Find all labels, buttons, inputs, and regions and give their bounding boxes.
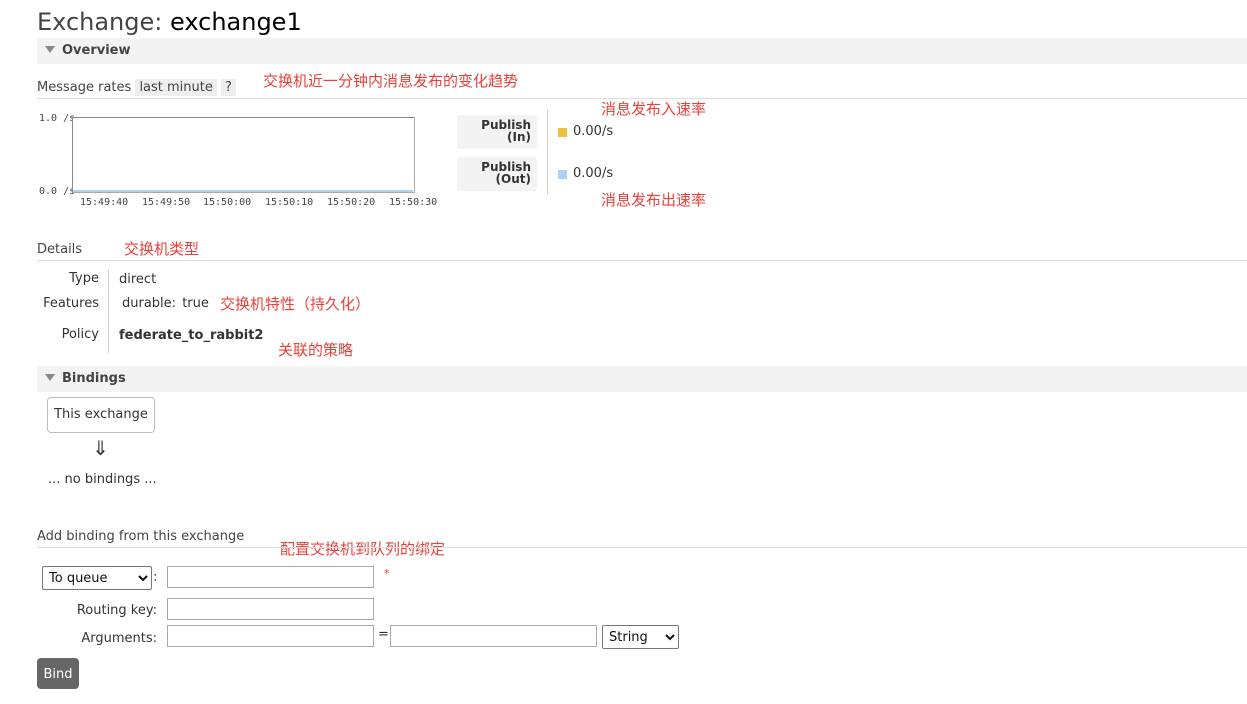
routing-key-label: Routing key: xyxy=(76,603,157,618)
y-tick-min: 0.0 /s xyxy=(39,186,76,197)
routing-key-input[interactable] xyxy=(167,598,374,620)
page-title: Exchange: exchange1 xyxy=(37,8,302,36)
policy-link[interactable]: federate_to_rabbit2 xyxy=(119,328,263,343)
help-chip[interactable]: ? xyxy=(221,79,236,96)
message-rates-label: Message rates xyxy=(37,80,132,95)
policy-label: Policy xyxy=(61,327,99,342)
x-tick-label: 15:50:00 xyxy=(203,197,252,208)
features-label: Features xyxy=(43,296,99,311)
argument-equals: = xyxy=(378,627,389,642)
add-binding-divider xyxy=(37,547,1247,548)
details-vertical-divider xyxy=(108,270,109,353)
feature-durable: durable: true xyxy=(122,296,209,311)
chart-series-line-publish-out xyxy=(73,190,413,192)
this-exchange-box: This exchange xyxy=(47,397,155,433)
bindings-section-title: Bindings xyxy=(62,371,126,386)
legend-publish-out-line2: (Out) xyxy=(495,172,531,186)
publish-out-rate: 0.00/s xyxy=(573,166,614,181)
destination-type-select[interactable]: To queue xyxy=(42,566,152,590)
details-divider xyxy=(37,260,1247,261)
annotation-trend: 交换机近一分钟内消息发布的变化趋势 xyxy=(263,72,519,90)
x-tick-label: 15:50:10 xyxy=(265,197,314,208)
legend-publish-in-line2: (In) xyxy=(507,130,531,144)
add-binding-heading: Add binding from this exchange xyxy=(37,529,245,544)
argument-type-select[interactable]: String xyxy=(602,625,679,649)
legend-publish-out[interactable]: Publish (Out) xyxy=(457,157,537,191)
destination-colon: : xyxy=(153,570,158,585)
type-value: direct xyxy=(119,272,157,287)
publish-in-rate: 0.00/s xyxy=(573,124,614,139)
type-label: Type xyxy=(69,271,99,286)
x-tick-label: 15:49:40 xyxy=(80,197,129,208)
annotation-publish-in: 消息发布入速率 xyxy=(601,100,707,118)
arguments-label: Arguments: xyxy=(81,631,157,646)
message-rates-chart xyxy=(72,117,415,193)
collapse-triangle-icon xyxy=(45,374,55,381)
details-heading: Details xyxy=(37,242,83,257)
x-tick-label: 15:50:30 xyxy=(389,197,438,208)
legend-publish-in[interactable]: Publish (In) xyxy=(457,115,537,149)
x-tick-label: 15:50:20 xyxy=(327,197,376,208)
bind-button[interactable]: Bind xyxy=(37,658,79,689)
bindings-section-toggle[interactable]: Bindings xyxy=(37,366,1247,392)
exchange-name: exchange1 xyxy=(170,8,302,36)
annotation-type: 交换机类型 xyxy=(124,240,200,258)
page-title-prefix: Exchange: xyxy=(37,8,163,36)
down-arrow-icon: ⇓ xyxy=(92,436,109,460)
overview-section-toggle[interactable]: Overview xyxy=(37,38,1247,64)
publish-in-swatch xyxy=(558,128,567,137)
message-rates-header: Message rates last minute ? xyxy=(37,79,236,96)
argument-key-input[interactable] xyxy=(167,625,374,647)
y-tick-max: 1.0 /s xyxy=(39,113,76,124)
feature-key: durable: xyxy=(122,296,177,311)
annotation-policy: 关联的策略 xyxy=(278,341,354,359)
argument-value-input[interactable] xyxy=(390,625,597,647)
annotation-add-binding: 配置交换机到队列的绑定 xyxy=(280,540,446,558)
required-mark: * xyxy=(384,567,390,580)
destination-input[interactable] xyxy=(167,566,374,588)
annotation-features: 交换机特性（持久化） xyxy=(220,295,371,313)
publish-out-swatch xyxy=(558,170,567,179)
legend-divider xyxy=(547,110,548,194)
no-bindings-text: ... no bindings ... xyxy=(48,472,157,487)
collapse-triangle-icon xyxy=(45,46,55,53)
x-tick-label: 15:49:50 xyxy=(142,197,191,208)
overview-section-title: Overview xyxy=(62,43,131,58)
annotation-publish-out: 消息发布出速率 xyxy=(601,191,707,209)
range-chip[interactable]: last minute xyxy=(135,79,217,96)
feature-value: true xyxy=(182,296,209,311)
